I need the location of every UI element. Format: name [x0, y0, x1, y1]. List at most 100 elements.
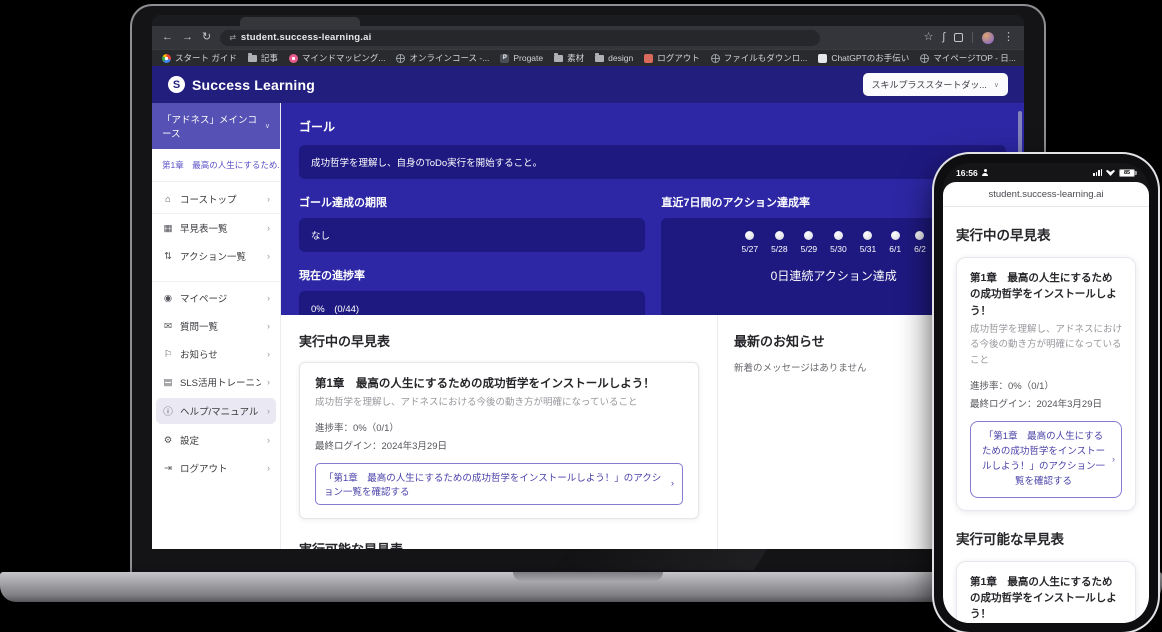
chevron-down-icon: ∨ [994, 81, 999, 89]
laptop-frame: ← → ↻ ⇄ student.success-learning.ai ☆ ʃ … [130, 4, 1046, 572]
phone-card-title: 第1章 最高の人生にするための成功哲学をインストールしよう！ [970, 574, 1122, 623]
phone-frame: 16:56 85 student.success-learning.ai 実行中… [934, 154, 1158, 632]
chrome-icon [162, 54, 171, 63]
logout-site-icon [644, 54, 653, 63]
table-list-icon: ▦ [162, 223, 174, 234]
toolbar-right: ☆ ʃ ⋮ [924, 32, 1014, 44]
back-icon[interactable]: ← [162, 32, 173, 43]
mindmap-site-icon [289, 54, 298, 63]
chevron-right-icon: › [267, 435, 270, 445]
sidebar-item[interactable]: ⇅ アクション一覧 › [152, 242, 280, 270]
phone-address-bar[interactable]: student.success-learning.ai [943, 182, 1149, 207]
weekly-day: 5/29 [801, 231, 818, 254]
sidebar-item[interactable]: ⓘ ヘルプ/マニュアル › [156, 398, 276, 424]
sidebar-menu: ⌂ コーストップ › ▦ 早見表一覧 › [152, 182, 280, 482]
bookmark-item[interactable]: マイページTOP - 日... [920, 52, 1016, 64]
mypage-icon: ◉ [162, 293, 174, 304]
sidebar-item[interactable]: ▤ SLS活用トレーニング › [152, 368, 280, 396]
sidebar-chapter-link[interactable]: 第1章 最高の人生にするため... [152, 149, 280, 182]
bookmark-item[interactable]: オンラインコース -... [396, 52, 489, 64]
status-time: 16:56 [956, 168, 978, 178]
globe-icon [920, 54, 929, 63]
extensions-icon[interactable] [954, 33, 963, 42]
goal-title: ゴール [299, 118, 1006, 135]
chevron-right-icon: › [267, 406, 270, 416]
laptop-base-notch [513, 572, 663, 581]
bookmark-item[interactable]: ファイルもダウンロ... [711, 52, 808, 64]
training-icon: ▤ [162, 377, 174, 388]
forward-icon[interactable]: → [182, 32, 193, 43]
signal-icon [1093, 169, 1102, 177]
day-circle-icon [834, 231, 843, 240]
plan-dropdown[interactable]: スキルプラススタートダッ... ∨ [863, 73, 1008, 96]
sidebar-item[interactable]: ⚙ 設定 › [152, 426, 280, 454]
sidebar-item[interactable]: ⚐ お知らせ › [152, 340, 280, 368]
actions-list-icon: ⇅ [162, 251, 174, 262]
day-circle-icon [775, 231, 784, 240]
phone-running-section-title: 実行中の早見表 [956, 224, 1136, 244]
bookmark-item[interactable]: P Progate [500, 53, 543, 63]
phone-card-desc: 成功哲学を理解し、アドネスにおける今後の動き方が明確になっていること [970, 322, 1122, 369]
sidebar: 「アドネス」メインコース ∨ 第1章 最高の人生にするため... ⌂ コーストッ… [152, 103, 281, 549]
phone-action-list-button[interactable]: 「第1章 最高の人生にするための成功哲学をインストールしよう！」のアクション一覧… [970, 421, 1122, 498]
search-labs-icon[interactable]: ʃ [943, 32, 945, 43]
course-selector[interactable]: 「アドネス」メインコース ∨ [152, 103, 280, 149]
browser-menu-icon[interactable]: ⋮ [1003, 32, 1014, 43]
web-page: S Success Learning スキルプラススタートダッ... ∨ 「アド… [152, 66, 1024, 549]
url-text: student.success-learning.ai [241, 32, 372, 43]
browser-window: ← → ↻ ⇄ student.success-learning.ai ☆ ʃ … [152, 15, 1024, 549]
mockup-stage: ← → ↻ ⇄ student.success-learning.ai ☆ ʃ … [0, 0, 1162, 632]
day-circle-icon [915, 231, 924, 240]
action-list-button[interactable]: 「第1章 最高の人生にするための成功哲学をインストールしよう！」のアクション一覧… [315, 463, 683, 505]
deadline-value-box: なし [299, 218, 645, 252]
folder-icon [248, 55, 257, 62]
chevron-right-icon: › [267, 349, 270, 359]
goal-hero-section: ゴール 成功哲学を理解し、自身のToDo実行を開始すること。 ゴール達成の期限 … [281, 103, 1024, 315]
brand-logo-icon: S [168, 76, 185, 93]
phone-available-section-title: 実行可能な早見表 [956, 528, 1136, 548]
chevron-right-icon: › [267, 463, 270, 473]
bookmark-item[interactable]: design [595, 53, 633, 63]
chevron-right-icon: › [267, 293, 270, 303]
phone-chapter-card: 第1章 最高の人生にするための成功哲学をインストールしよう！ 成功哲学を理解し、… [956, 257, 1136, 511]
bookmark-item[interactable]: 素材 [554, 52, 584, 64]
chevron-right-icon: › [1112, 452, 1115, 466]
profile-avatar[interactable] [982, 32, 994, 44]
weekly-day: 6/2 [914, 231, 926, 254]
day-circle-icon [745, 231, 754, 240]
sidebar-item[interactable]: ⌂ コーストップ › [152, 185, 280, 214]
bookmarks-bar: スタート ガイド 記事 マインドマッピング... オンラインコー [152, 49, 1024, 66]
chevron-right-icon: › [671, 478, 674, 489]
sidebar-item[interactable]: ◉ マイページ › [152, 281, 280, 312]
goal-text-box: 成功哲学を理解し、自身のToDo実行を開始すること。 [299, 145, 1006, 179]
phone-status-bar: 16:56 85 [943, 163, 1149, 182]
site-settings-icon[interactable]: ⇄ [229, 33, 236, 42]
progress-title: 現在の進捗率 [299, 267, 645, 283]
reload-icon[interactable]: ↻ [202, 32, 211, 43]
chapter-card-title: 第1章 最高の人生にするための成功哲学をインストールしよう！ [315, 376, 683, 393]
browser-toolbar: ← → ↻ ⇄ student.success-learning.ai ☆ ʃ … [152, 26, 1024, 49]
person-icon [982, 169, 989, 176]
chevron-right-icon: › [267, 321, 270, 331]
sidebar-item[interactable]: ✉ 質問一覧 › [152, 312, 280, 340]
gear-icon: ⚙ [162, 435, 174, 446]
bookmark-item[interactable]: スタート ガイド [162, 52, 237, 64]
bookmark-item[interactable]: 記事 [248, 52, 278, 64]
running-section: 実行中の早見表 第1章 最高の人生にするための成功哲学をインストールしよう！ 成… [281, 315, 717, 549]
bookmark-item[interactable]: ChatGPTのお手伝い [818, 52, 909, 64]
browser-tab-strip [152, 15, 1024, 26]
chevron-right-icon: › [267, 377, 270, 387]
main-content: ゴール 成功哲学を理解し、自身のToDo実行を開始すること。 ゴール達成の期限 … [281, 103, 1024, 549]
home-icon: ⌂ [162, 194, 174, 205]
chevron-right-icon: › [267, 223, 270, 233]
bookmark-item[interactable]: ログアウト [644, 52, 700, 64]
sidebar-item[interactable]: ▦ 早見表一覧 › [152, 214, 280, 242]
sidebar-item[interactable]: ⇥ ログアウト › [152, 454, 280, 482]
browser-active-tab[interactable] [240, 17, 360, 26]
questions-icon: ✉ [162, 321, 174, 332]
address-bar[interactable]: ⇄ student.success-learning.ai [220, 30, 820, 46]
chapter-card-last-login: 最終ログイン：2024年3月29日 [315, 438, 683, 452]
bookmark-item[interactable]: マインドマッピング... [289, 52, 386, 64]
bookmark-star-icon[interactable]: ☆ [924, 32, 934, 43]
phone-page-content: 実行中の早見表 第1章 最高の人生にするための成功哲学をインストールしよう！ 成… [943, 207, 1149, 623]
